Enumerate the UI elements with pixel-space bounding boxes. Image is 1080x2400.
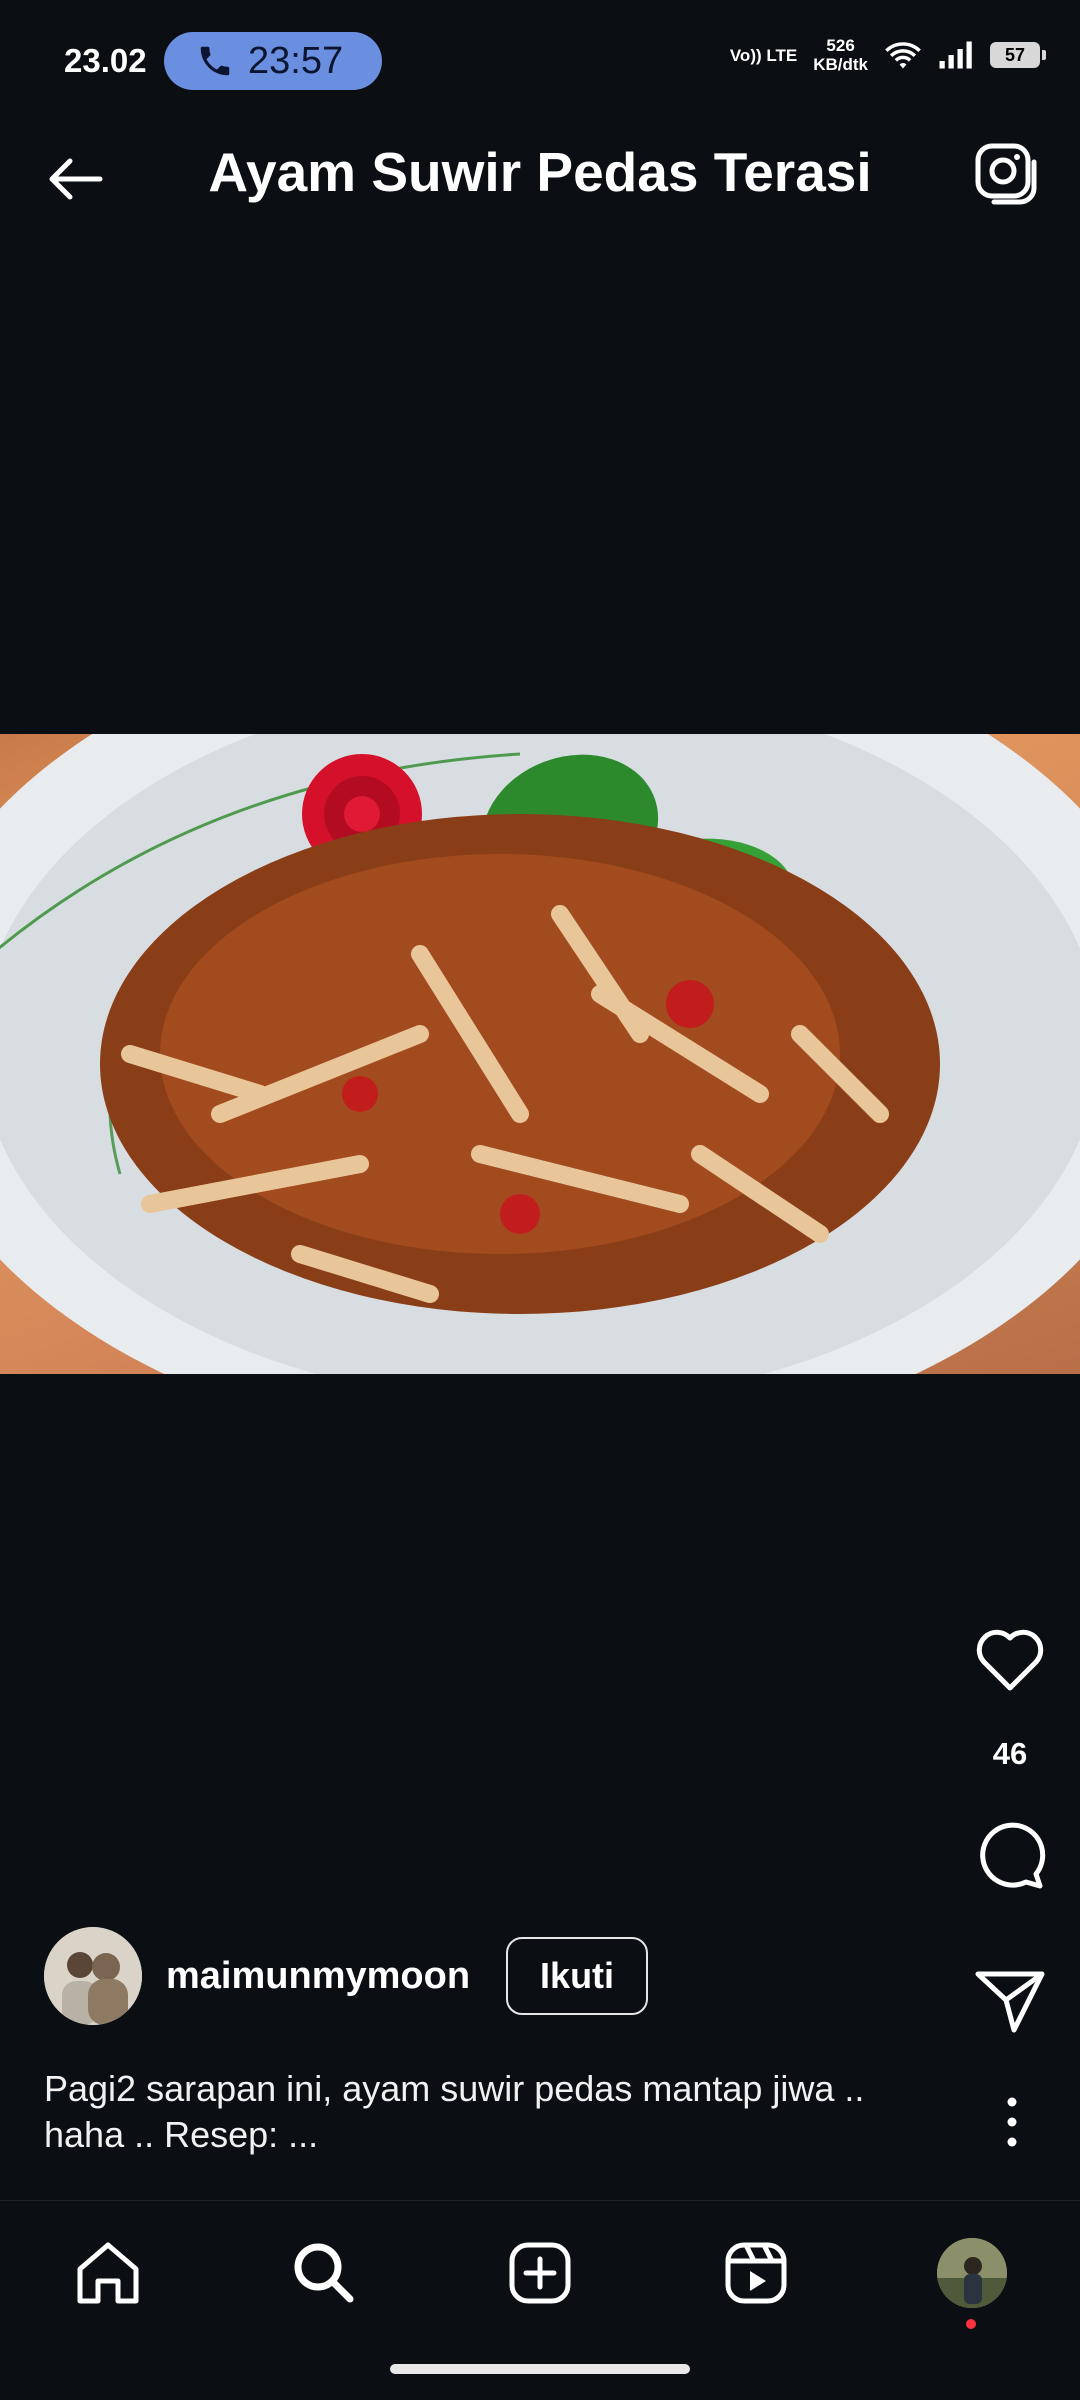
comment-button[interactable] <box>970 1816 1050 1896</box>
nav-profile[interactable] <box>932 2233 1012 2329</box>
post-image[interactable] <box>0 734 1080 1374</box>
bottom-navigation <box>0 2200 1080 2341</box>
add-icon <box>509 2242 571 2304</box>
avatar-image <box>44 1927 142 2025</box>
network-speed-value: 526 <box>826 36 855 55</box>
page-title: Ayam Suwir Pedas Terasi <box>208 141 872 203</box>
top-app-bar: Ayam Suwir Pedas Terasi <box>0 120 1080 230</box>
food-photo <box>0 734 1080 1374</box>
notification-dot <box>966 2319 976 2329</box>
search-icon <box>294 2243 354 2303</box>
nav-search[interactable] <box>284 2233 364 2313</box>
network-speed: 526 KB/dtk <box>813 36 868 74</box>
send-icon <box>975 1971 1045 2033</box>
nav-reels[interactable] <box>716 2233 796 2313</box>
camera-button[interactable] <box>970 138 1040 208</box>
comment-icon <box>980 1822 1046 1889</box>
author-avatar[interactable] <box>44 1927 142 2025</box>
profile-avatar-image <box>937 2238 1007 2308</box>
status-bar: 23.02 23:57 Vo)) LTE 526 KB/dtk 57 <box>0 0 1080 120</box>
battery-indicator: 57 <box>990 42 1046 68</box>
like-button[interactable] <box>970 1620 1050 1700</box>
post-author: maimunmymoon Ikuti <box>44 1926 649 2026</box>
nav-home[interactable] <box>68 2233 148 2313</box>
profile-avatar <box>937 2238 1007 2308</box>
camera-icon <box>975 143 1037 205</box>
wifi-icon <box>885 42 921 69</box>
phone-icon <box>200 46 230 76</box>
home-indicator[interactable] <box>390 2364 690 2374</box>
status-time: 23.02 <box>64 42 147 79</box>
more-vertical-icon <box>1007 2097 1017 2147</box>
status-icons: Vo)) LTE 526 KB/dtk 57 <box>729 36 1046 74</box>
home-icon <box>77 2242 139 2304</box>
nav-create[interactable] <box>500 2233 580 2313</box>
author-username[interactable]: maimunmymoon <box>166 1955 470 1998</box>
network-speed-unit: KB/dtk <box>813 55 868 74</box>
signal-icon <box>939 41 972 69</box>
heart-icon <box>976 1629 1044 1691</box>
post-caption[interactable]: Pagi2 sarapan ini, ayam suwir pedas mant… <box>44 2066 944 2158</box>
volte-indicator: Vo)) LTE <box>729 45 798 65</box>
follow-button[interactable]: Ikuti <box>506 1937 649 2015</box>
ongoing-call-pill[interactable]: 23:57 <box>164 32 382 90</box>
like-count: 46 <box>992 1736 1028 1771</box>
more-options-button[interactable] <box>992 2096 1032 2148</box>
call-timer: 23:57 <box>248 39 344 82</box>
reels-icon <box>725 2242 787 2304</box>
share-button[interactable] <box>970 1960 1050 2040</box>
